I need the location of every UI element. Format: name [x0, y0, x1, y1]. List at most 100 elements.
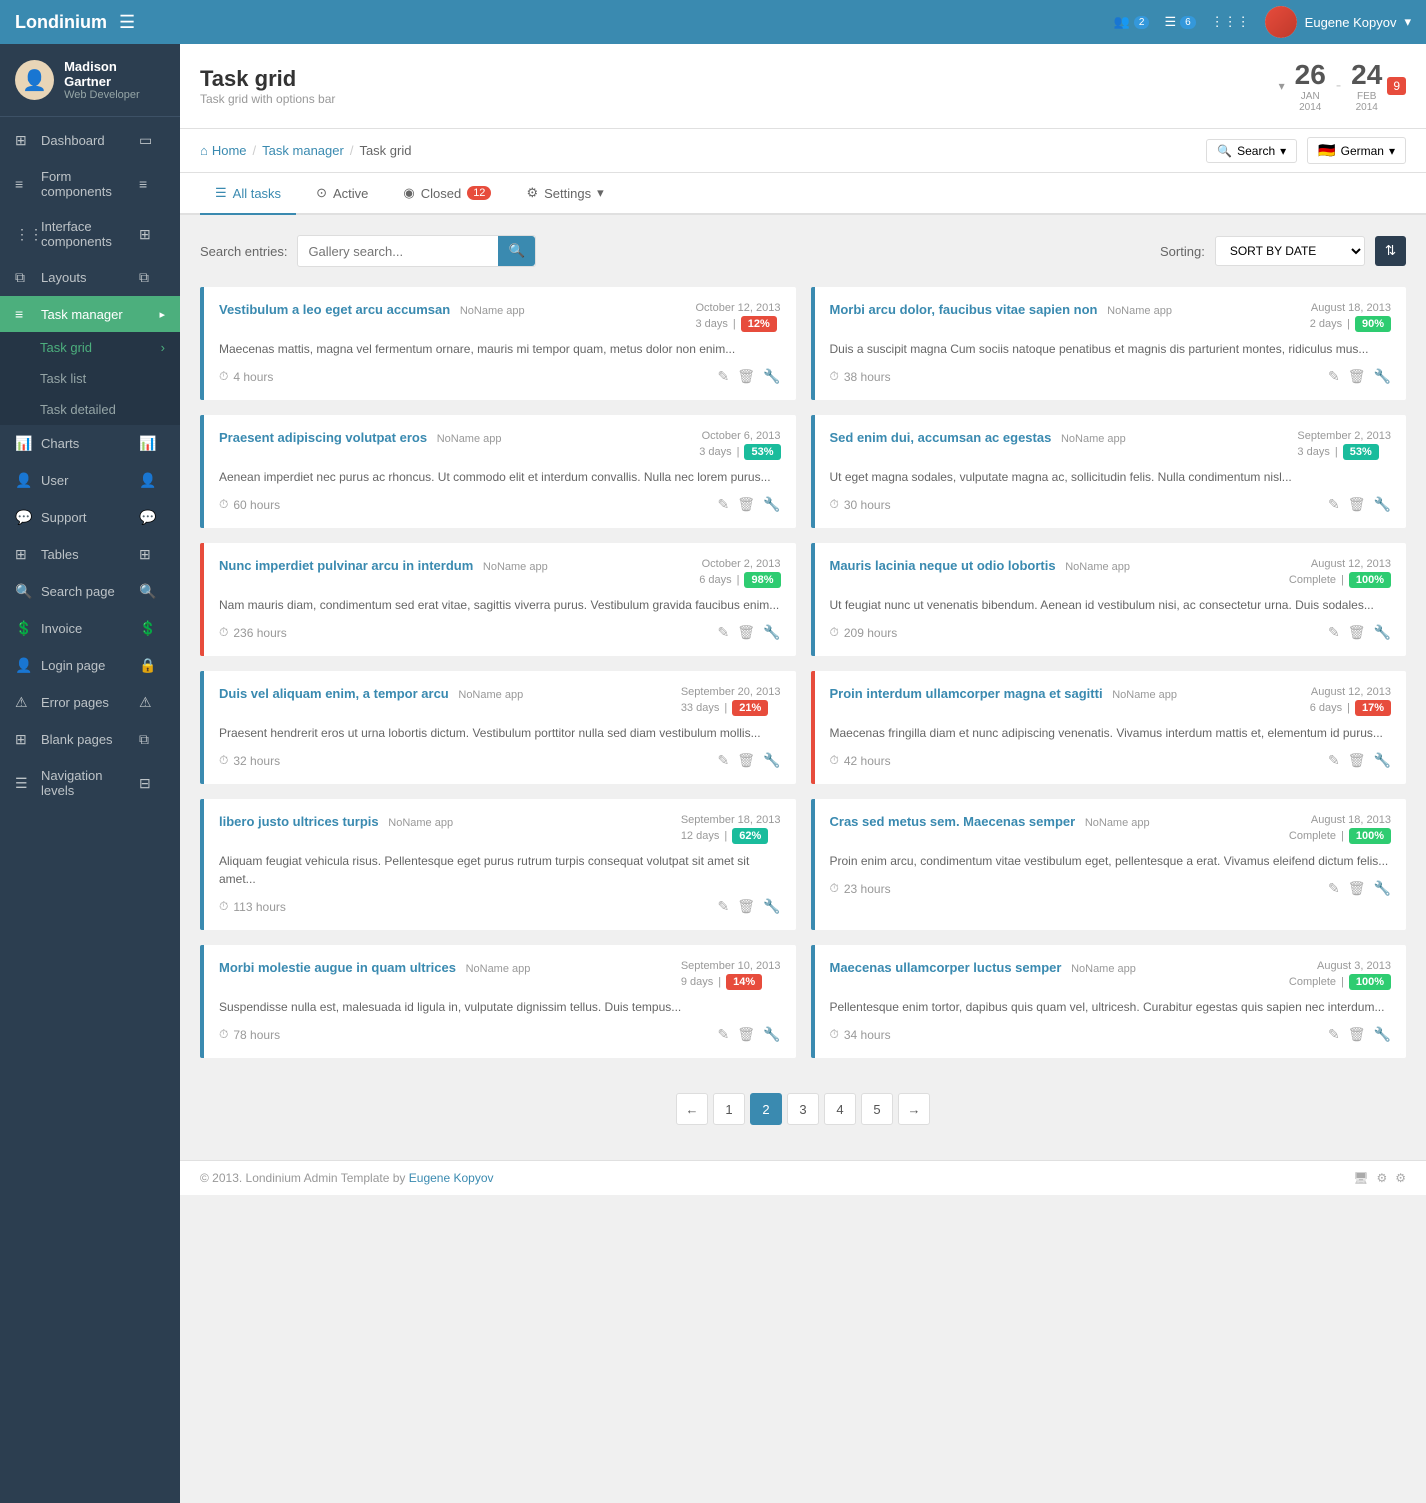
task-delete-btn[interactable]: 🗑	[1348, 752, 1366, 769]
sidebar-item-login-page[interactable]: 👤 Login page 🔒	[0, 647, 180, 684]
task-tools-btn[interactable]: 🔧	[1374, 624, 1391, 641]
footer-sliders-icon[interactable]: ⚙	[1395, 1171, 1406, 1185]
footer-link[interactable]: Eugene Kopyov	[409, 1171, 494, 1185]
sidebar-item-layouts[interactable]: ⧉ Layouts ⧉	[0, 259, 180, 296]
search-submit-btn[interactable]: 🔍	[498, 236, 535, 266]
task-title[interactable]: Morbi molestie augue in quam ultrices	[219, 960, 456, 975]
sidebar-item-task-manager[interactable]: ≡ Task manager ▸	[0, 296, 180, 332]
sidebar-sub-task-grid[interactable]: Task grid ›	[0, 332, 180, 363]
sidebar-item-form-components[interactable]: ≡ Form components ≡	[0, 159, 180, 209]
language-dropdown-btn[interactable]: 🇩🇪 German ▾	[1307, 137, 1406, 164]
task-tools-btn[interactable]: 🔧	[763, 1026, 780, 1043]
tab-closed[interactable]: ◉ Closed 12	[388, 173, 506, 215]
task-edit-btn[interactable]: ✎	[1328, 880, 1340, 897]
task-title[interactable]: Duis vel aliquam enim, a tempor arcu	[219, 686, 449, 701]
pagination-page-4[interactable]: 4	[824, 1093, 856, 1125]
task-title[interactable]: libero justo ultrices turpis	[219, 814, 379, 829]
breadcrumb-task-manager[interactable]: Task manager	[262, 143, 344, 158]
task-edit-btn[interactable]: ✎	[1328, 368, 1340, 385]
task-title[interactable]: Mauris lacinia neque ut odio lobortis	[830, 558, 1056, 573]
task-edit-btn[interactable]: ✎	[718, 752, 730, 769]
pagination-prev[interactable]: ←	[676, 1093, 708, 1125]
task-tools-btn[interactable]: 🔧	[1374, 880, 1391, 897]
sidebar-item-invoice[interactable]: 💲 Invoice 💲	[0, 610, 180, 647]
sidebar-item-navigation-levels[interactable]: ☰ Navigation levels ⊟	[0, 758, 180, 808]
task-title[interactable]: Morbi arcu dolor, faucibus vitae sapien …	[830, 302, 1098, 317]
task-tools-btn[interactable]: 🔧	[763, 496, 780, 513]
sidebar-item-support[interactable]: 💬 Support 💬	[0, 499, 180, 536]
date-dropdown-icon[interactable]: ▾	[1279, 79, 1285, 93]
task-title[interactable]: Nunc imperdiet pulvinar arcu in interdum	[219, 558, 473, 573]
sidebar-item-charts[interactable]: 📊 Charts 📊	[0, 425, 180, 462]
task-delete-btn[interactable]: 🗑	[737, 1026, 755, 1043]
task-delete-btn[interactable]: 🗑	[1348, 496, 1366, 513]
task-edit-btn[interactable]: ✎	[1328, 624, 1340, 641]
breadcrumb-home[interactable]: ⌂ Home	[200, 143, 247, 158]
task-tools-btn[interactable]: 🔧	[1374, 368, 1391, 385]
sort-order-btn[interactable]: ⇅	[1375, 236, 1406, 266]
error-icon: ⚠	[15, 694, 31, 711]
task-tools-btn[interactable]: 🔧	[1374, 752, 1391, 769]
pagination-page-1[interactable]: 1	[713, 1093, 745, 1125]
task-tools-btn[interactable]: 🔧	[763, 898, 780, 915]
task-edit-btn[interactable]: ✎	[718, 1026, 730, 1043]
task-title[interactable]: Proin interdum ullamcorper magna et sagi…	[830, 686, 1103, 701]
task-delete-btn[interactable]: 🗑	[737, 898, 755, 915]
lists-badge[interactable]: ☰ 6	[1164, 14, 1195, 30]
task-delete-btn[interactable]: 🗑	[1348, 880, 1366, 897]
task-delete-btn[interactable]: 🗑	[1348, 624, 1366, 641]
sidebar-item-user[interactable]: 👤 User 👤	[0, 462, 180, 499]
task-delete-btn[interactable]: 🗑	[737, 752, 755, 769]
pagination-page-3[interactable]: 3	[787, 1093, 819, 1125]
task-title[interactable]: Cras sed metus sem. Maecenas semper	[830, 814, 1076, 829]
sidebar-sub-task-list[interactable]: Task list	[0, 363, 180, 394]
sidebar-item-tables[interactable]: ⊞ Tables ⊞	[0, 536, 180, 573]
task-edit-btn[interactable]: ✎	[718, 624, 730, 641]
tab-settings[interactable]: ⚙ Settings ▾	[511, 173, 618, 215]
task-edit-btn[interactable]: ✎	[718, 898, 730, 915]
search-dropdown-btn[interactable]: 🔍 Search ▾	[1206, 139, 1297, 163]
footer-settings-icon[interactable]: ⚙	[1376, 1171, 1387, 1185]
task-delete-btn[interactable]: 🗑	[737, 624, 755, 641]
tab-all-tasks[interactable]: ☰ All tasks	[200, 173, 296, 215]
sidebar-sub-task-detailed[interactable]: Task detailed	[0, 394, 180, 425]
tab-active[interactable]: ⊙ Active	[301, 173, 383, 215]
task-delete-btn[interactable]: 🗑	[1348, 1026, 1366, 1043]
task-delete-btn[interactable]: 🗑	[737, 496, 755, 513]
user-menu[interactable]: Eugene Kopyov ▾	[1265, 6, 1411, 38]
nav-levels-icon: ☰	[15, 775, 31, 792]
task-edit-btn[interactable]: ✎	[1328, 1026, 1340, 1043]
task-delete-btn[interactable]: 🗑	[1348, 368, 1366, 385]
task-edit-btn[interactable]: ✎	[718, 368, 730, 385]
task-edit-btn[interactable]: ✎	[1328, 752, 1340, 769]
sidebar-item-blank-pages[interactable]: ⊞ Blank pages ⧉	[0, 721, 180, 758]
pagination-page-5[interactable]: 5	[861, 1093, 893, 1125]
pagination-page-2[interactable]: 2	[750, 1093, 782, 1125]
task-title[interactable]: Maecenas ullamcorper luctus semper	[830, 960, 1062, 975]
sidebar-item-search-page[interactable]: 🔍 Search page 🔍	[0, 573, 180, 610]
menu-toggle-icon[interactable]: ☰	[119, 12, 135, 33]
task-tools-btn[interactable]: 🔧	[763, 752, 780, 769]
search-input[interactable]	[298, 238, 498, 265]
users-badge[interactable]: 👥 2	[1114, 14, 1150, 30]
sidebar-item-error-pages[interactable]: ⚠ Error pages ⚠	[0, 684, 180, 721]
task-title[interactable]: Sed enim dui, accumsan ac egestas	[830, 430, 1052, 445]
task-edit-btn[interactable]: ✎	[718, 496, 730, 513]
task-title[interactable]: Vestibulum a leo eget arcu accumsan	[219, 302, 450, 317]
sidebar-item-dashboard[interactable]: ⊞ Dashboard ▭	[0, 122, 180, 159]
task-delete-btn[interactable]: 🗑	[737, 368, 755, 385]
task-title[interactable]: Praesent adipiscing volutpat eros	[219, 430, 427, 445]
task-tools-btn[interactable]: 🔧	[1374, 496, 1391, 513]
task-tools-btn[interactable]: 🔧	[763, 368, 780, 385]
sidebar-item-interface-components[interactable]: ⋮⋮ Interface components ⊞	[0, 209, 180, 259]
grid-icon[interactable]: ⋮⋮⋮	[1211, 14, 1250, 30]
task-progress: 14%	[726, 974, 762, 990]
sort-select[interactable]: SORT BY DATE	[1215, 236, 1365, 266]
task-days-row: 3 days | 53%	[1297, 444, 1391, 460]
task-tools-btn[interactable]: 🔧	[1374, 1026, 1391, 1043]
footer-screen-icon[interactable]: 🖥	[1353, 1171, 1368, 1185]
task-tools-btn[interactable]: 🔧	[763, 624, 780, 641]
pagination-next[interactable]: →	[898, 1093, 930, 1125]
task-edit-btn[interactable]: ✎	[1328, 496, 1340, 513]
task-actions: ✎ 🗑 🔧	[718, 624, 781, 641]
